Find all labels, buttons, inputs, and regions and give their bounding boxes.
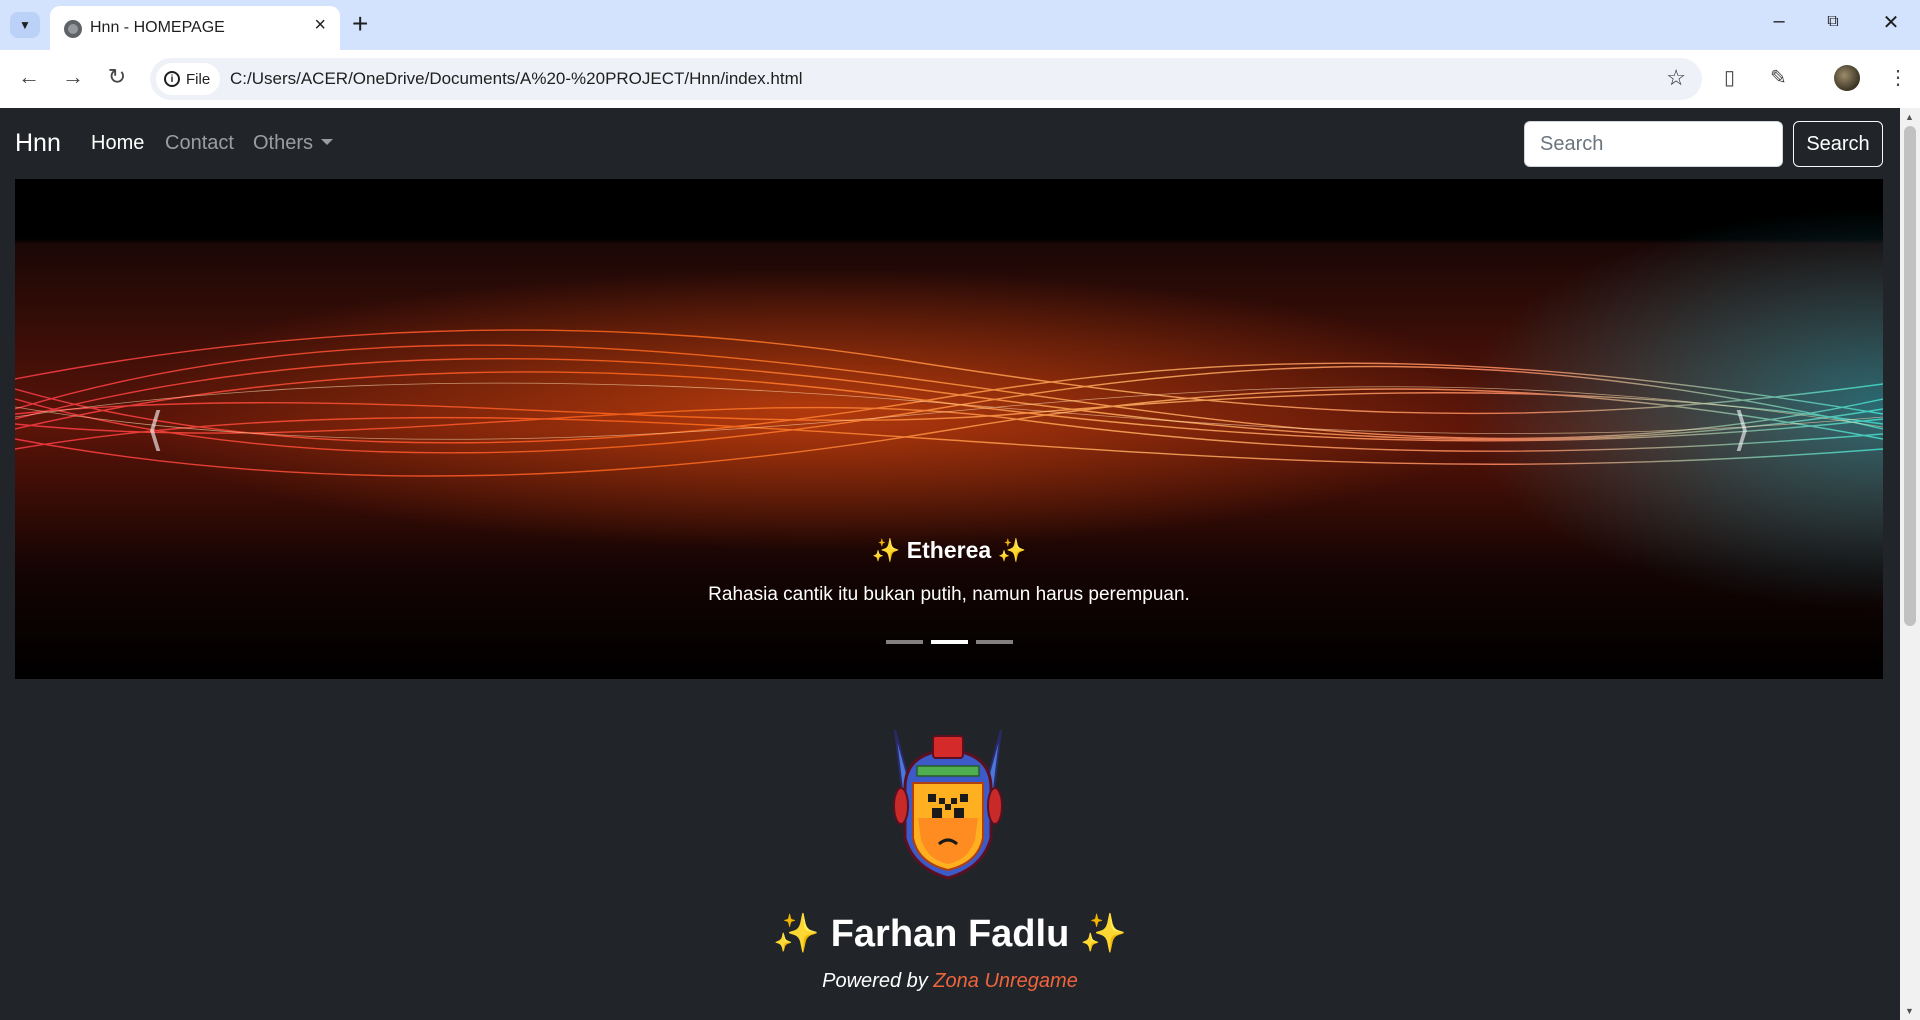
site-info-label: File — [186, 70, 211, 88]
tab-title: Hnn - HOMEPAGE — [90, 19, 225, 36]
reload-icon[interactable]: ↻ — [102, 64, 132, 90]
carousel-caption-title: ✨ Etherea ✨ — [871, 537, 1027, 563]
browser-tab[interactable]: Hnn - HOMEPAGE × — [50, 6, 340, 50]
carousel-prev-icon[interactable]: ⟨ — [125, 394, 185, 464]
browser-toolbar: ← → ↻ i File C:/Users/ACER/OneDrive/Docu… — [0, 50, 1920, 108]
chevron-down-icon: ▼ — [19, 18, 31, 32]
site-navbar: Hnn Home Contact Others Search — [0, 108, 1900, 179]
menu-dots-icon[interactable]: ⋮ — [1888, 65, 1908, 90]
nav-link-home[interactable]: Home — [91, 132, 144, 155]
scroll-down-icon[interactable]: ▼ — [1905, 1006, 1914, 1016]
close-window-icon[interactable]: ✕ — [1876, 10, 1906, 35]
carousel-indicator[interactable] — [976, 640, 1013, 644]
hero-carousel: ⟨ ⟩ ✨ Etherea ✨ Rahasia cantik itu bukan… — [15, 179, 1883, 679]
back-arrow-icon[interactable]: ← — [14, 64, 44, 90]
profile-name-heading: ✨ Farhan Fadlu ✨ — [772, 913, 1128, 955]
powered-by-text: Powered by Zona Unregame — [0, 970, 1900, 993]
carousel-caption-text: Rahasia cantik itu bukan putih, namun ha… — [708, 584, 1190, 605]
scroll-up-icon[interactable]: ▲ — [1905, 112, 1914, 122]
site-info-chip[interactable]: i File — [156, 63, 221, 95]
page-scrollbar[interactable]: ▲ ▼ — [1900, 108, 1920, 1020]
robot-avatar-logo — [893, 729, 1003, 880]
nav-link-contact[interactable]: Contact — [165, 132, 234, 155]
forward-arrow-icon[interactable]: → — [58, 64, 88, 90]
carousel-indicators — [886, 640, 1013, 644]
carousel-indicator-active[interactable] — [931, 640, 968, 644]
minimize-icon[interactable]: – — [1764, 10, 1794, 33]
scrollbar-thumb[interactable] — [1904, 126, 1916, 626]
browser-tabstrip: ▼ Hnn - HOMEPAGE × + – ⧉ ✕ — [0, 0, 1920, 50]
new-tab-button[interactable]: + — [352, 8, 368, 40]
profile-avatar[interactable] — [1834, 65, 1860, 91]
restore-icon[interactable]: ⧉ — [1818, 13, 1848, 31]
zona-unregame-link[interactable]: Zona Unregame — [933, 970, 1078, 992]
navbar-brand[interactable]: Hnn — [15, 129, 61, 158]
carousel-indicator[interactable] — [886, 640, 923, 644]
reading-mode-icon[interactable]: ▯ — [1724, 65, 1735, 90]
tab-search-button[interactable]: ▼ — [10, 12, 40, 38]
info-icon: i — [164, 71, 180, 87]
nav-dropdown-others[interactable]: Others — [253, 132, 334, 155]
carousel-next-icon[interactable]: ⟩ — [1712, 394, 1772, 464]
bookmark-star-icon[interactable]: ☆ — [1666, 65, 1686, 91]
nav-dropdown-label: Others — [253, 132, 314, 154]
url-text[interactable]: C:/Users/ACER/OneDrive/Documents/A%20-%2… — [230, 69, 803, 89]
page-content: Hnn Home Contact Others Search Search ⟨ … — [0, 108, 1920, 1020]
close-tab-icon[interactable]: × — [314, 14, 326, 37]
powered-by-prefix: Powered by — [822, 970, 934, 992]
globe-icon — [64, 20, 82, 38]
search-button[interactable]: Search — [1793, 121, 1883, 167]
address-bar[interactable]: i File C:/Users/ACER/OneDrive/Documents/… — [150, 58, 1702, 100]
extensions-icon[interactable]: ✎ — [1770, 65, 1787, 90]
caret-down-icon — [321, 138, 334, 145]
search-input[interactable] — [1524, 121, 1783, 167]
